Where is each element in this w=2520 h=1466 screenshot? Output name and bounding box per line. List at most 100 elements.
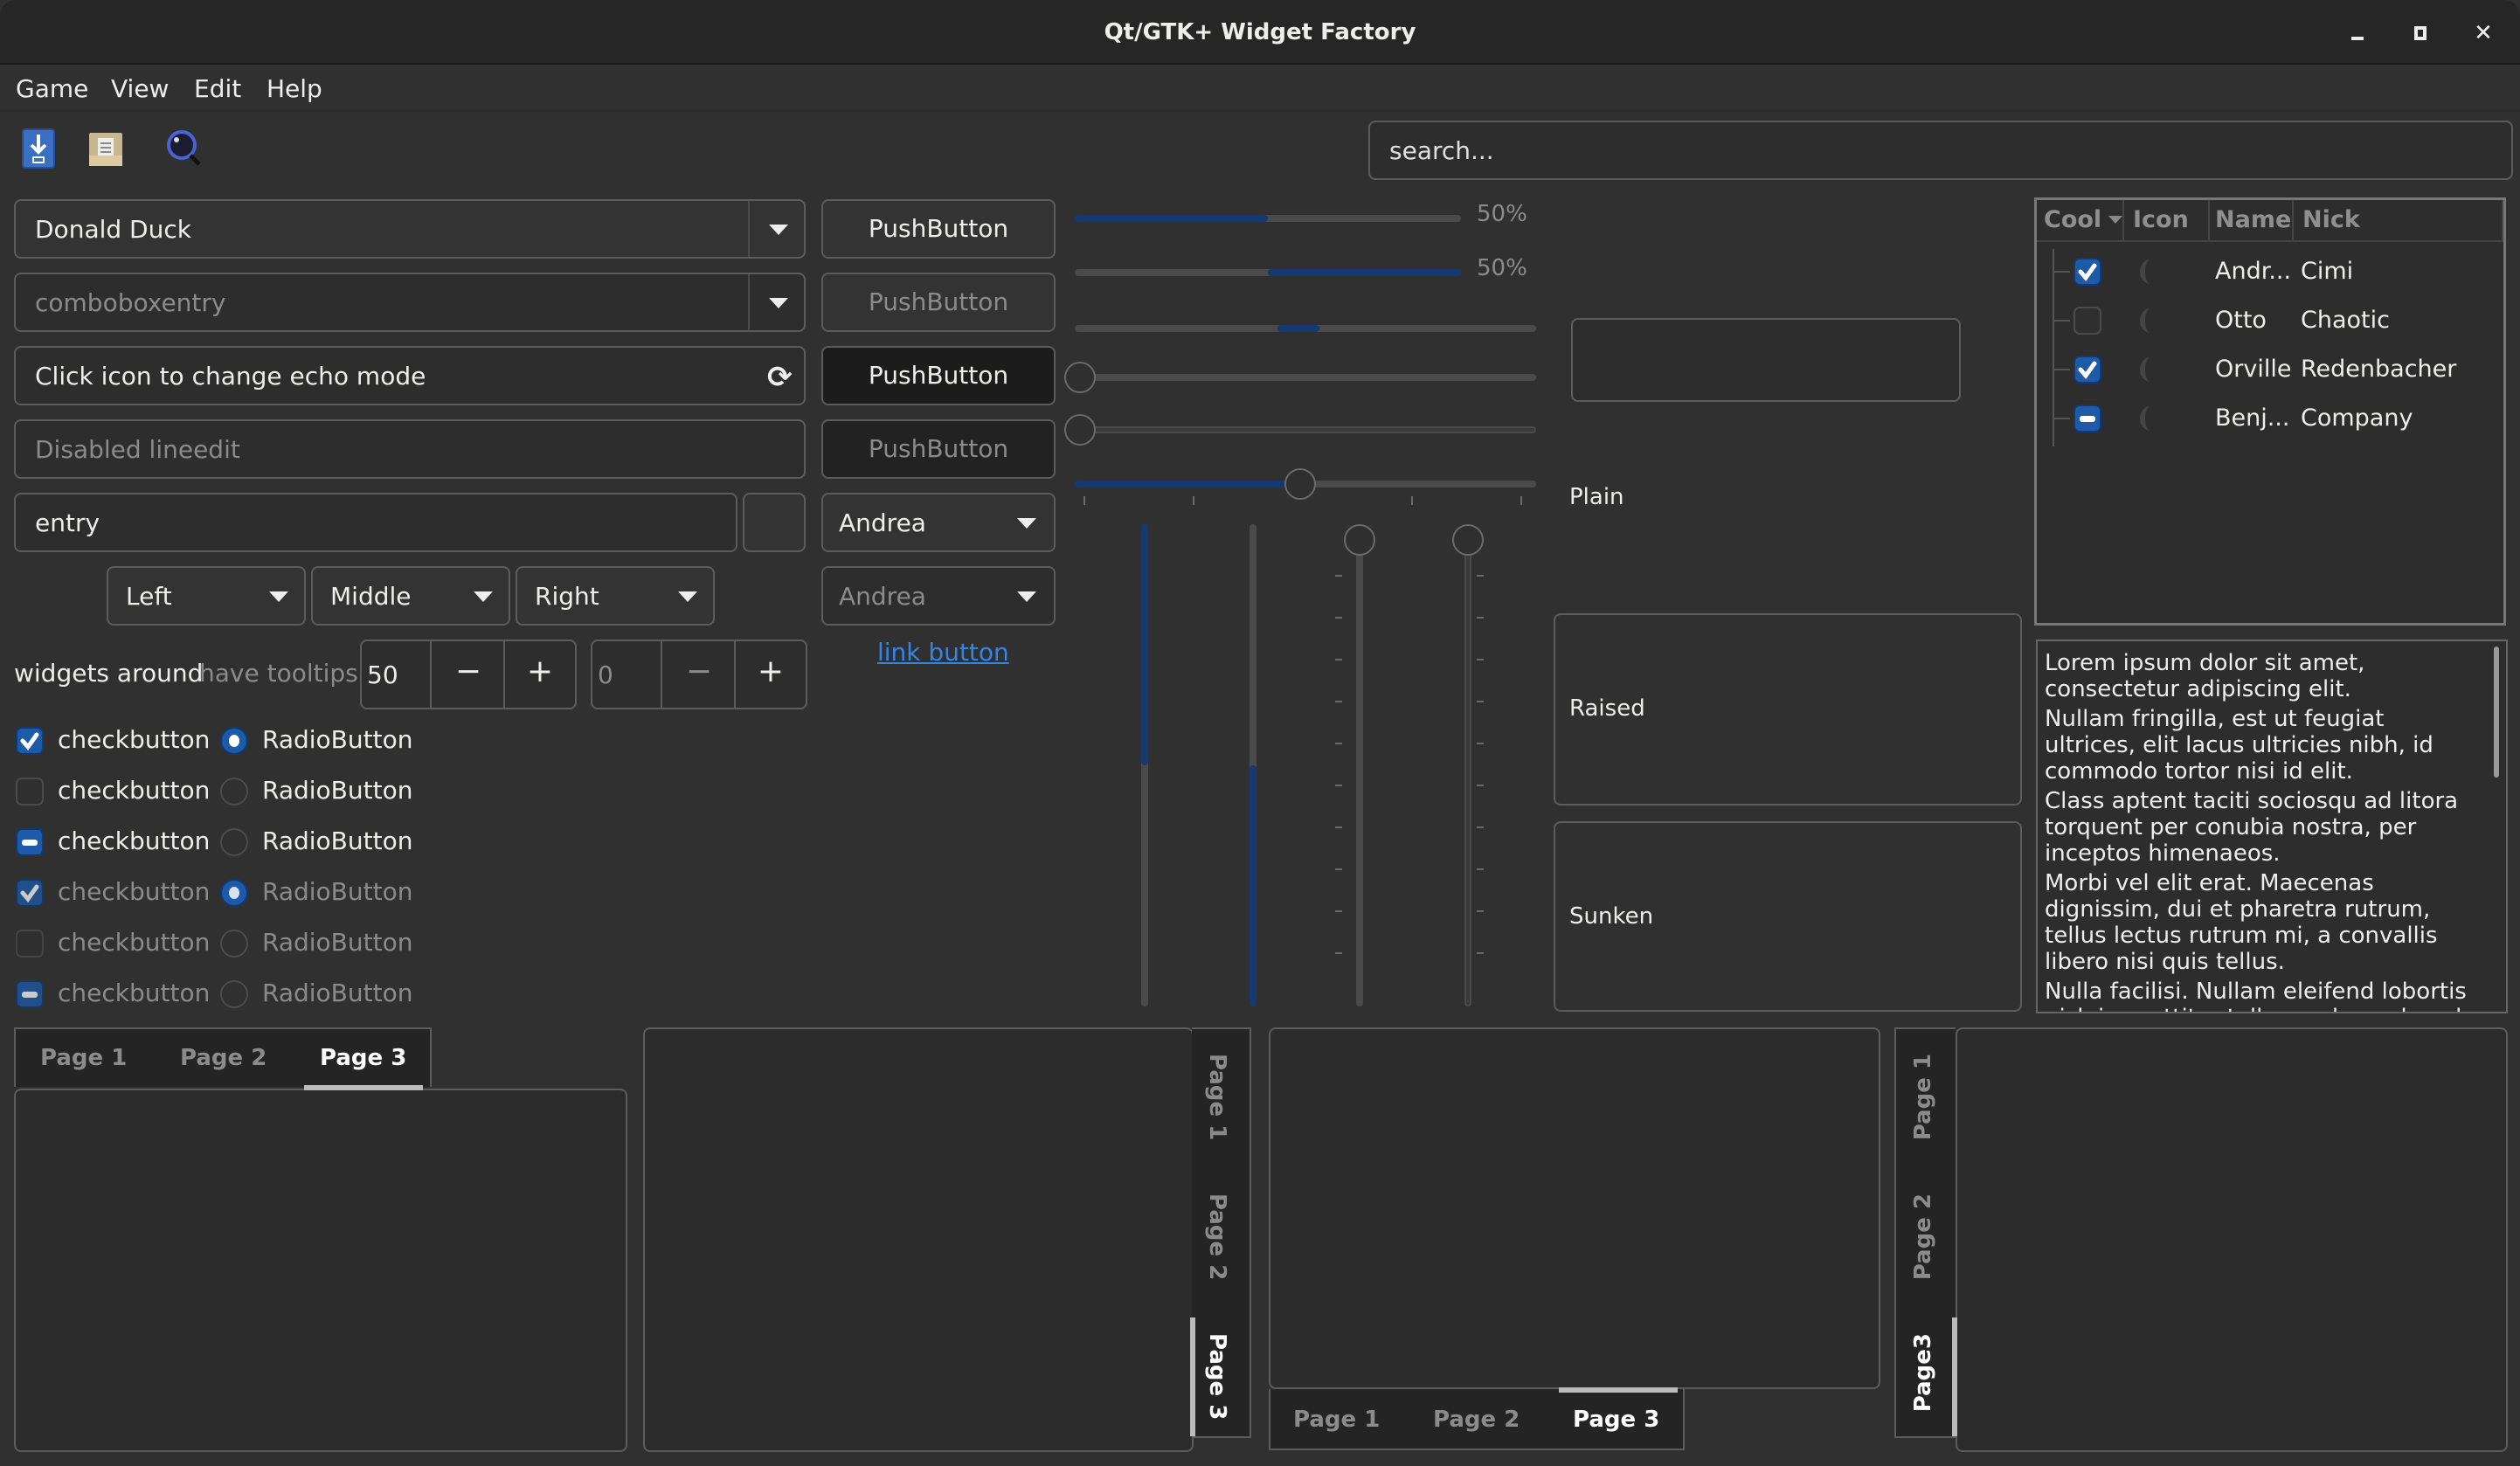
tree-cell-nick: Company <box>2301 405 2413 432</box>
checkbox[interactable] <box>16 828 44 856</box>
notebook-left-tab-1[interactable]: Page 1 <box>1910 1054 1936 1140</box>
tree-row-checkbox[interactable] <box>2073 356 2101 384</box>
frame-plain-label: Plain <box>1569 484 1624 510</box>
notebook-top-tab-1[interactable]: Page 1 <box>40 1045 127 1071</box>
slider-handle[interactable] <box>1064 414 1096 446</box>
notebook-left-tab-3[interactable]: Page3 <box>1910 1333 1936 1412</box>
notebook-bottom-tab-3[interactable]: Page 3 <box>1573 1407 1659 1433</box>
text-paragraph: Class aptent taciti sociosqu ad litora t… <box>2045 788 2459 867</box>
decrement-button: − <box>685 653 713 689</box>
checkmark-icon <box>20 884 39 903</box>
notebook-right-tab-3[interactable]: Page 3 <box>1204 1333 1230 1420</box>
echo-mode-entry[interactable]: Click icon to change echo mode ⟳ <box>14 346 806 405</box>
search-input[interactable]: search... <box>1368 121 2513 180</box>
combo-middle[interactable]: Middle <box>311 566 510 626</box>
slider-track[interactable] <box>1075 426 1536 433</box>
vertical-slider-handle[interactable] <box>1452 524 1484 556</box>
maximize-button[interactable] <box>2403 16 2438 51</box>
close-button[interactable]: ✕ <box>2466 16 2501 51</box>
text-view-scrollbar[interactable] <box>2494 647 2499 778</box>
frame-empty-entry[interactable] <box>1571 318 1961 402</box>
row-icon <box>2140 259 2161 284</box>
open-folder-icon[interactable] <box>86 128 126 171</box>
spinbutton-50[interactable]: 50 − + <box>360 640 577 709</box>
tree-branch-line <box>2053 271 2070 273</box>
tree-header-nick[interactable]: Nick <box>2295 200 2503 240</box>
vertical-slider-handle[interactable] <box>1344 524 1375 556</box>
frame-sunken: Sunken <box>1554 821 2022 1012</box>
sort-descending-icon <box>2108 216 2122 224</box>
slider-tick <box>1477 910 1484 912</box>
notebook-right-tab-2[interactable]: Page 2 <box>1204 1193 1230 1280</box>
notebook-right-tab-1[interactable]: Page 1 <box>1204 1054 1230 1140</box>
combo-right[interactable]: Right <box>516 566 715 626</box>
slider-tick <box>1477 952 1484 954</box>
checkbox-label[interactable]: checkbutton <box>58 826 210 855</box>
combo-andrea[interactable]: Andrea <box>821 493 1056 552</box>
slider-tick <box>1477 868 1484 870</box>
dash-icon <box>22 840 38 846</box>
increment-button[interactable]: + <box>505 653 575 689</box>
slider-tick <box>1477 617 1484 619</box>
chevron-down-icon[interactable] <box>769 298 788 308</box>
tree-row[interactable]: Andr... Cimi <box>2037 247 2503 296</box>
maximize-icon <box>2414 26 2427 40</box>
tree-row[interactable]: Benj... Company <box>2037 394 2503 443</box>
divider <box>748 274 750 330</box>
refresh-icon[interactable]: ⟳ <box>767 360 793 395</box>
slider-track[interactable] <box>1075 374 1536 381</box>
comboboxentry[interactable]: comboboxentry <box>14 273 806 332</box>
entry-field[interactable]: entry <box>14 493 737 552</box>
radio-label[interactable]: RadioButton <box>262 826 412 855</box>
checkbox[interactable] <box>16 778 44 806</box>
radio-button[interactable] <box>220 828 248 856</box>
radio-label[interactable]: RadioButton <box>262 725 412 754</box>
notebook-left-tab-2[interactable]: Page 2 <box>1910 1193 1936 1280</box>
pushbutton-1[interactable]: PushButton <box>821 199 1056 259</box>
link-button[interactable]: link button <box>877 638 1009 667</box>
vertical-slider-track[interactable] <box>1464 542 1471 1006</box>
tree-row-checkbox[interactable] <box>2073 307 2101 335</box>
tree-header-name[interactable]: Name <box>2208 200 2294 240</box>
slider-handle[interactable] <box>1064 362 1096 393</box>
tree-branch-line <box>2053 418 2070 419</box>
pushbutton-3-pressed[interactable]: PushButton <box>821 346 1056 405</box>
menu-game[interactable]: Game <box>16 66 88 112</box>
slider-handle[interactable] <box>1284 468 1316 500</box>
tree-row-checkbox[interactable] <box>2073 405 2101 432</box>
radio-label[interactable]: RadioButton <box>262 776 412 805</box>
increment-button[interactable]: + <box>736 653 806 689</box>
download-icon[interactable] <box>19 128 59 171</box>
notebook-bottom-tab-2[interactable]: Page 2 <box>1433 1407 1520 1433</box>
notebook-top-tab-3[interactable]: Page 3 <box>320 1045 406 1071</box>
tree-view[interactable]: Cool Icon Name Nick Andr... Cimi Otto Chaotic O… <box>2034 197 2506 626</box>
tree-header-cool[interactable]: Cool <box>2037 200 2124 240</box>
spinbutton-0[interactable]: 0 − + <box>591 640 807 709</box>
menu-view[interactable]: View <box>111 66 169 112</box>
combobox-donald[interactable]: Donald Duck <box>14 199 806 259</box>
text-view[interactable]: Lorem ipsum dolor sit amet, consectetur … <box>2036 640 2508 1013</box>
checkbox-label[interactable]: checkbutton <box>58 725 210 754</box>
radio-button[interactable] <box>220 727 248 755</box>
radio-button[interactable] <box>220 778 248 806</box>
entry-side-button[interactable] <box>743 493 806 552</box>
notebook-bottom-tab-1[interactable]: Page 1 <box>1293 1407 1380 1433</box>
combo-left[interactable]: Left <box>107 566 306 626</box>
minimize-button[interactable] <box>2340 16 2375 51</box>
tree-header-icon[interactable]: Icon <box>2126 200 2210 240</box>
find-icon[interactable] <box>164 128 204 171</box>
checkbox-label[interactable]: checkbutton <box>58 776 210 805</box>
tree-row-checkbox[interactable] <box>2073 258 2101 286</box>
menu-help[interactable]: Help <box>267 66 322 112</box>
checkbox[interactable] <box>16 727 44 755</box>
decrement-button[interactable]: − <box>433 653 503 689</box>
tree-row[interactable]: Orville Redenbacher <box>2037 345 2503 394</box>
menu-edit[interactable]: Edit <box>194 66 241 112</box>
progress-label: 50% <box>1477 201 1527 227</box>
vertical-slider-track[interactable] <box>1356 542 1363 1006</box>
checkbox <box>16 879 44 907</box>
checkbox <box>16 930 44 958</box>
notebook-top-tab-2[interactable]: Page 2 <box>180 1045 267 1071</box>
slider-tick <box>1335 743 1342 744</box>
tree-row[interactable]: Otto Chaotic <box>2037 296 2503 345</box>
